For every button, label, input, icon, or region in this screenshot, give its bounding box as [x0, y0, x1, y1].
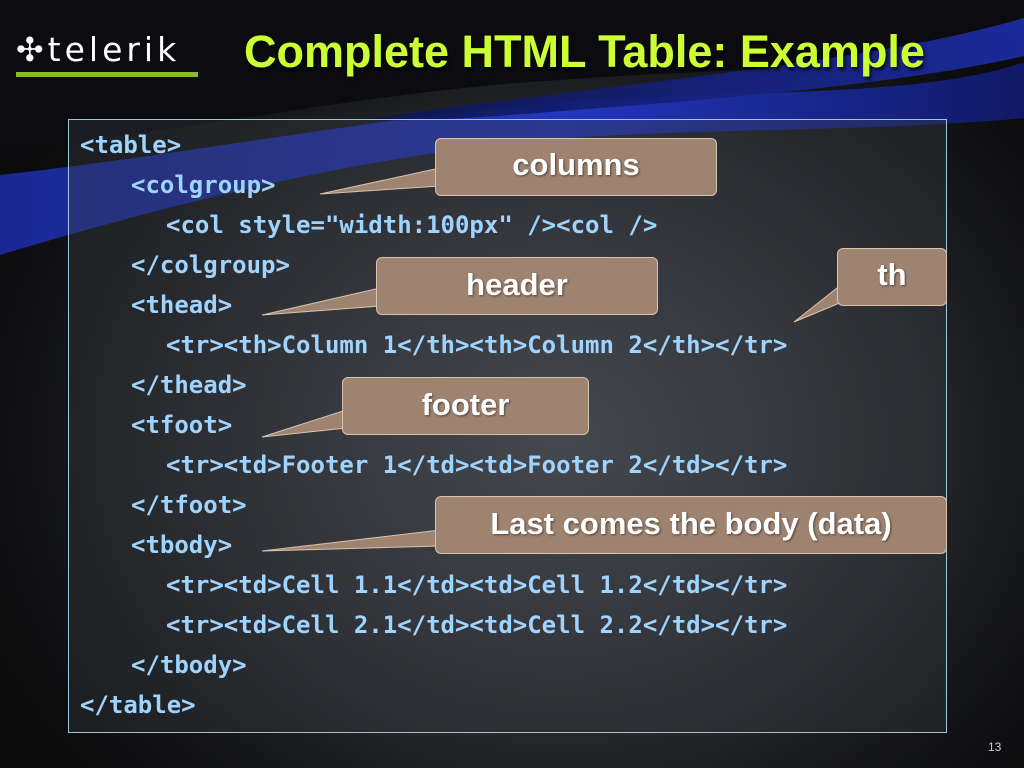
- code-line: <table>: [80, 131, 182, 159]
- code-line: <tr><td>Cell 1.1</td><td>Cell 1.2</td></…: [166, 571, 788, 599]
- callout-body: Last comes the body (data): [435, 496, 947, 554]
- code-line: <tr><td>Footer 1</td><td>Footer 2</td></…: [166, 451, 788, 479]
- logo-mark-icon: ✣: [16, 30, 48, 69]
- code-line: <tbody>: [131, 531, 233, 559]
- code-line: <col style="width:100px" /><col />: [166, 211, 658, 239]
- slide-title: Complete HTML Table: Example: [244, 26, 925, 77]
- code-line: <tfoot>: [131, 411, 233, 439]
- code-line: </tfoot>: [131, 491, 247, 519]
- code-line: <tr><th>Column 1</th><th>Column 2</th></…: [166, 331, 788, 359]
- telerik-logo: ✣telerik: [16, 30, 198, 80]
- callout-th: th: [837, 248, 947, 306]
- code-line: </tbody>: [131, 651, 247, 679]
- code-line: <colgroup>: [131, 171, 276, 199]
- callout-header: header: [376, 257, 658, 315]
- page-number: 13: [988, 740, 1002, 754]
- code-line: <tr><td>Cell 2.1</td><td>Cell 2.2</td></…: [166, 611, 788, 639]
- code-line: <thead>: [131, 291, 233, 319]
- callout-columns: columns: [435, 138, 717, 196]
- logo-text: ✣telerik: [16, 30, 181, 69]
- code-line: </thead>: [131, 371, 247, 399]
- code-line: </colgroup>: [131, 251, 290, 279]
- code-line: </table>: [80, 691, 196, 719]
- callout-footer: footer: [342, 377, 589, 435]
- logo-underline: [16, 72, 198, 77]
